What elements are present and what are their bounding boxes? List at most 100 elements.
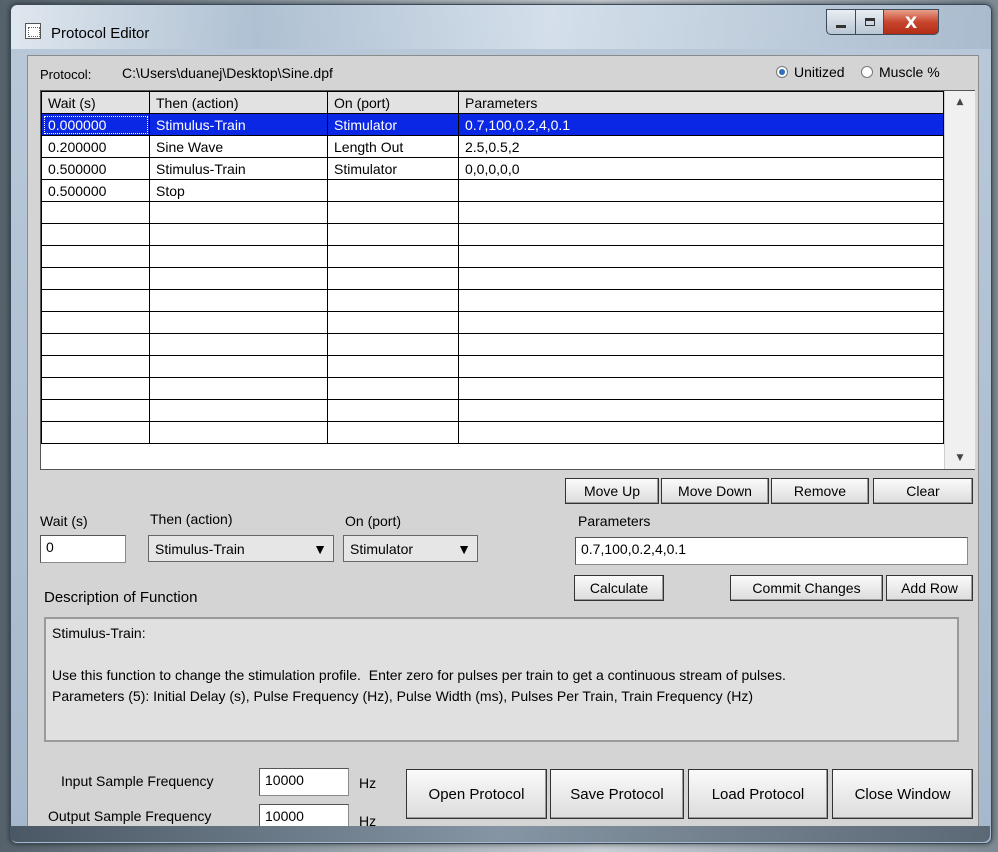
port-dropdown[interactable]: Stimulator ▼: [343, 535, 478, 562]
table-row-empty[interactable]: [41, 289, 944, 312]
protocol-table[interactable]: Wait (s) Then (action) On (port) Paramet…: [40, 90, 975, 470]
close-window-x-button[interactable]: X: [883, 9, 939, 35]
calculate-button[interactable]: Calculate: [574, 575, 664, 601]
table-row[interactable]: 0.500000 Stimulus-Train Stimulator 0,0,0,0,…: [41, 157, 944, 180]
table-cell-empty[interactable]: [41, 333, 150, 356]
move-down-button[interactable]: Move Down: [661, 478, 769, 504]
table-row[interactable]: 0.500000 Stop: [41, 179, 944, 202]
table-cell-empty[interactable]: [327, 311, 459, 334]
table-cell-empty[interactable]: [327, 223, 459, 246]
table-row-empty[interactable]: [41, 201, 944, 224]
table-row-empty[interactable]: [41, 355, 944, 378]
cell-port[interactable]: Stimulator: [327, 113, 459, 136]
cell-port[interactable]: Length Out: [327, 135, 459, 158]
save-protocol-button[interactable]: Save Protocol: [550, 769, 684, 819]
table-cell-empty[interactable]: [458, 355, 944, 378]
radio-muscle-percent[interactable]: Muscle %: [861, 64, 940, 80]
radio-button[interactable]: [861, 66, 873, 78]
table-row[interactable]: 0.200000 Sine Wave Length Out 2.5,0.5,2: [41, 135, 944, 158]
table-cell-empty[interactable]: [41, 245, 150, 268]
move-up-button[interactable]: Move Up: [565, 478, 659, 504]
table-cell-empty[interactable]: [41, 201, 150, 224]
cell-action[interactable]: Stimulus-Train: [149, 157, 328, 180]
table-cell-empty[interactable]: [327, 377, 459, 400]
table-cell-empty[interactable]: [149, 289, 328, 312]
load-protocol-button[interactable]: Load Protocol: [688, 769, 828, 819]
cell-action[interactable]: Stimulus-Train: [149, 113, 328, 136]
action-dropdown[interactable]: Stimulus-Train ▼: [148, 535, 334, 562]
table-cell-empty[interactable]: [41, 377, 150, 400]
remove-button[interactable]: Remove: [771, 478, 869, 504]
table-scrollbar[interactable]: ▲ ▼: [944, 91, 975, 469]
table-cell-empty[interactable]: [327, 289, 459, 312]
table-cell-empty[interactable]: [458, 289, 944, 312]
table-row-empty[interactable]: [41, 311, 944, 334]
cell-wait[interactable]: 0.200000: [41, 135, 150, 158]
parameters-input[interactable]: 0.7,100,0.2,4,0.1: [575, 537, 968, 565]
table-cell-empty[interactable]: [458, 223, 944, 246]
cell-wait[interactable]: 0.500000: [41, 157, 150, 180]
col-header-action[interactable]: Then (action): [149, 91, 328, 114]
table-cell-empty[interactable]: [41, 355, 150, 378]
table-cell-empty[interactable]: [327, 267, 459, 290]
table-cell-empty[interactable]: [149, 201, 328, 224]
table-cell-empty[interactable]: [327, 355, 459, 378]
table-cell-empty[interactable]: [149, 267, 328, 290]
cell-parameters[interactable]: 2.5,0.5,2: [458, 135, 944, 158]
table-row-empty[interactable]: [41, 267, 944, 290]
table-cell-empty[interactable]: [149, 377, 328, 400]
table-cell-empty[interactable]: [458, 399, 944, 422]
table-cell-empty[interactable]: [458, 333, 944, 356]
table-row-empty[interactable]: [41, 377, 944, 400]
add-row-button[interactable]: Add Row: [886, 575, 973, 601]
table-row-empty[interactable]: [41, 245, 944, 268]
table-cell-empty[interactable]: [41, 399, 150, 422]
table-cell-empty[interactable]: [149, 399, 328, 422]
cell-port[interactable]: [327, 179, 459, 202]
cell-wait[interactable]: 0.000000: [41, 113, 150, 136]
minimize-button[interactable]: [826, 9, 856, 35]
table-cell-empty[interactable]: [149, 245, 328, 268]
col-header-parameters[interactable]: Parameters: [458, 91, 944, 114]
table-row-empty[interactable]: [41, 399, 944, 422]
table-cell-empty[interactable]: [149, 355, 328, 378]
table-cell-empty[interactable]: [458, 245, 944, 268]
cell-parameters[interactable]: 0,0,0,0,0: [458, 157, 944, 180]
scroll-up-arrow-icon[interactable]: ▲: [945, 91, 975, 113]
table-cell-empty[interactable]: [41, 311, 150, 334]
radio-unitized[interactable]: Unitized: [776, 64, 845, 80]
table-cell-empty[interactable]: [327, 245, 459, 268]
table-cell-empty[interactable]: [149, 223, 328, 246]
cell-action[interactable]: Stop: [149, 179, 328, 202]
close-window-button[interactable]: Close Window: [832, 769, 973, 819]
table-row-empty[interactable]: [41, 333, 944, 356]
commit-changes-button[interactable]: Commit Changes: [730, 575, 883, 601]
table-cell-empty[interactable]: [41, 421, 150, 444]
table-cell-empty[interactable]: [149, 311, 328, 334]
table-cell-empty[interactable]: [458, 267, 944, 290]
cell-action[interactable]: Sine Wave: [149, 135, 328, 158]
clear-button[interactable]: Clear: [873, 478, 973, 504]
input-sample-frequency-field[interactable]: 10000: [259, 768, 349, 796]
table-cell-empty[interactable]: [458, 377, 944, 400]
scroll-down-arrow-icon[interactable]: ▼: [945, 447, 975, 469]
table-cell-empty[interactable]: [149, 421, 328, 444]
table-cell-empty[interactable]: [149, 333, 328, 356]
cell-port[interactable]: Stimulator: [327, 157, 459, 180]
table-cell-empty[interactable]: [458, 421, 944, 444]
radio-button-selected[interactable]: [776, 66, 788, 78]
table-cell-empty[interactable]: [327, 399, 459, 422]
table-row-empty[interactable]: [41, 223, 944, 246]
cell-parameters[interactable]: 0.7,100,0.2,4,0.1: [458, 113, 944, 136]
cell-parameters[interactable]: [458, 179, 944, 202]
wait-input[interactable]: 0: [40, 535, 126, 563]
table-cell-empty[interactable]: [327, 333, 459, 356]
maximize-button[interactable]: [855, 9, 884, 35]
table-cell-empty[interactable]: [41, 223, 150, 246]
col-header-port[interactable]: On (port): [327, 91, 459, 114]
table-row-empty[interactable]: [41, 421, 944, 444]
table-cell-empty[interactable]: [327, 421, 459, 444]
table-cell-empty[interactable]: [458, 201, 944, 224]
table-cell-empty[interactable]: [41, 267, 150, 290]
table-cell-empty[interactable]: [327, 201, 459, 224]
